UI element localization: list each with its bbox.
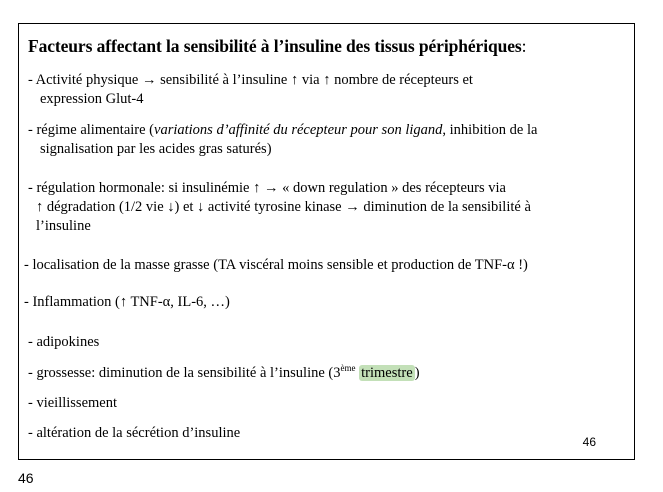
- list-item-text-cont: signalisation par les acides gras saturé…: [40, 141, 272, 157]
- list-item-text-cont: ↑ dégradation (1/2 vie ↓) et ↓ activité …: [36, 199, 531, 215]
- list-item-diet: - régime alimentaire (variations d’affin…: [28, 121, 537, 159]
- list-item-aging: - vieillissement: [28, 394, 117, 413]
- list-item-text: ): [414, 365, 420, 381]
- page-number: 46: [18, 470, 34, 486]
- list-item-text: , inhibition de la: [442, 122, 538, 138]
- list-item-text: - altération de la sécrétion d’insuline: [28, 425, 241, 441]
- slide-title: Facteurs affectant la sensibilité à l’in…: [28, 36, 526, 57]
- list-item-text: - régulation hormonale: si insulinémie ↑…: [28, 180, 506, 196]
- highlighted-text: trimestre: [359, 365, 415, 381]
- list-item-text: - grossesse: diminution de la sensibilit…: [28, 365, 341, 381]
- list-item-text-cont: l’insuline: [36, 218, 91, 234]
- slide-title-colon: :: [521, 36, 527, 56]
- list-item-inflammation: - Inflammation (↑ TNF-α, IL-6, …): [24, 293, 230, 312]
- list-item-italic: variations d’affinité du récepteur pour …: [154, 122, 443, 138]
- slide-title-text: Facteurs affectant la sensibilité à l’in…: [28, 36, 522, 56]
- superscript: ème: [340, 363, 356, 374]
- list-item-fat-location: - localisation de la masse grasse (TA vi…: [24, 256, 528, 275]
- list-item-text: - vieillissement: [28, 395, 117, 411]
- list-item-text-cont: expression Glut-4: [40, 91, 144, 107]
- list-item-text: - Inflammation (↑ TNF-α, IL-6, …): [24, 294, 230, 310]
- list-item-text: - Activité physique → sensibilité à l’in…: [28, 72, 473, 88]
- list-item-activity: - Activité physique → sensibilité à l’in…: [28, 71, 473, 109]
- list-item-text: - régime alimentaire (: [28, 122, 155, 138]
- list-item-pregnancy: - grossesse: diminution de la sensibilit…: [28, 364, 420, 383]
- slide-number: 46: [582, 435, 596, 449]
- list-item-hormonal: - régulation hormonale: si insulinémie ↑…: [28, 179, 531, 236]
- list-item-adipokines: - adipokines: [28, 333, 99, 352]
- slide-frame: Facteurs affectant la sensibilité à l’in…: [18, 23, 635, 460]
- list-item-text: - adipokines: [28, 334, 100, 350]
- list-item-text: - localisation de la masse grasse (TA vi…: [24, 257, 528, 273]
- list-item-secretion: - altération de la sécrétion d’insuline: [28, 424, 240, 443]
